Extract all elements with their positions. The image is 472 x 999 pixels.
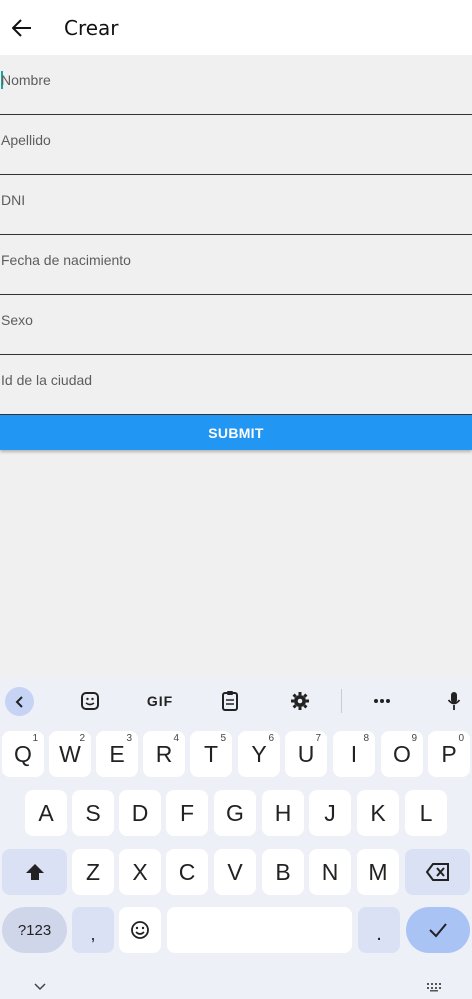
apellido-input[interactable] (0, 129, 472, 151)
key-h[interactable]: H (262, 790, 304, 836)
keyboard-switch-button[interactable] (424, 980, 444, 994)
key-z[interactable]: Z (72, 849, 114, 895)
key-u[interactable]: U7 (285, 731, 327, 777)
key-r[interactable]: R4 (143, 731, 185, 777)
key-f[interactable]: F (166, 790, 208, 836)
arrow-left-icon (12, 18, 31, 37)
microphone-icon (447, 692, 461, 710)
shift-icon (25, 864, 44, 880)
key-b[interactable]: B (262, 849, 304, 895)
clipboard-icon (222, 691, 238, 711)
fecha-nacimiento-input[interactable] (0, 249, 472, 271)
id-ciudad-input[interactable] (0, 369, 472, 391)
enter-key[interactable] (406, 907, 470, 953)
apellido-field-container (0, 115, 472, 175)
key-a[interactable]: A (25, 790, 67, 836)
shift-key[interactable] (2, 849, 67, 895)
back-button[interactable] (0, 0, 44, 55)
voice-input-button[interactable] (438, 685, 470, 717)
toolbar-divider (341, 689, 342, 713)
key-s[interactable]: S (72, 790, 114, 836)
key-q[interactable]: Q1 (2, 731, 44, 777)
nombre-input[interactable] (0, 69, 472, 91)
keyboard-toolbar: GIF (0, 677, 472, 725)
fecha-nacimiento-field-container (0, 235, 472, 295)
clipboard-button[interactable] (214, 685, 246, 717)
hide-keyboard-button[interactable] (30, 980, 50, 994)
nombre-field-container (0, 55, 472, 115)
key-d[interactable]: D (119, 790, 161, 836)
sexo-input[interactable] (0, 309, 472, 331)
key-w[interactable]: W2 (49, 731, 91, 777)
checkmark-icon (429, 923, 447, 938)
key-n[interactable]: N (309, 849, 351, 895)
gear-icon (291, 692, 309, 710)
key-v[interactable]: V (214, 849, 256, 895)
page-title: Crear (64, 15, 119, 40)
symbols-key[interactable]: ?123 (2, 907, 67, 953)
key-g[interactable]: G (214, 790, 256, 836)
settings-button[interactable] (284, 685, 316, 717)
chevron-down-icon (34, 983, 46, 991)
key-m[interactable]: M (357, 849, 399, 895)
backspace-icon (425, 863, 449, 881)
key-t[interactable]: T5 (190, 731, 232, 777)
key-i[interactable]: I8 (333, 731, 375, 777)
keyboard-icon (427, 983, 441, 992)
id-ciudad-field-container (0, 355, 472, 415)
more-button[interactable] (366, 685, 398, 717)
keyboard-nav-bar (0, 976, 472, 999)
dni-input[interactable] (0, 189, 472, 211)
sticker-button[interactable] (74, 685, 106, 717)
backspace-key[interactable] (405, 849, 470, 895)
submit-button[interactable]: SUBMIT (0, 415, 472, 450)
emoji-key[interactable] (119, 907, 161, 953)
app-bar: Crear (0, 0, 472, 55)
sticker-icon (81, 692, 99, 710)
key-c[interactable]: C (166, 849, 208, 895)
collapse-keyboard-button[interactable] (5, 687, 34, 716)
chevron-left-icon (15, 695, 23, 708)
comma-key[interactable]: , (72, 907, 114, 953)
period-key[interactable]: . (358, 907, 400, 953)
key-y[interactable]: Y6 (238, 731, 280, 777)
dni-field-container (0, 175, 472, 235)
emoji-icon (131, 921, 149, 939)
key-l[interactable]: L (405, 790, 447, 836)
soft-keyboard: GIF Q1 W2 E3 R4 T5 Y6 U7 I8 O9 P0 A S D … (0, 677, 472, 999)
key-k[interactable]: K (357, 790, 399, 836)
key-p[interactable]: P0 (428, 731, 470, 777)
key-x[interactable]: X (119, 849, 161, 895)
key-j[interactable]: J (309, 790, 351, 836)
space-key[interactable] (167, 907, 352, 953)
sexo-field-container (0, 295, 472, 355)
more-icon (374, 699, 390, 703)
gif-button[interactable]: GIF (140, 685, 180, 717)
key-e[interactable]: E3 (96, 731, 138, 777)
create-form (0, 55, 472, 415)
key-o[interactable]: O9 (381, 731, 423, 777)
